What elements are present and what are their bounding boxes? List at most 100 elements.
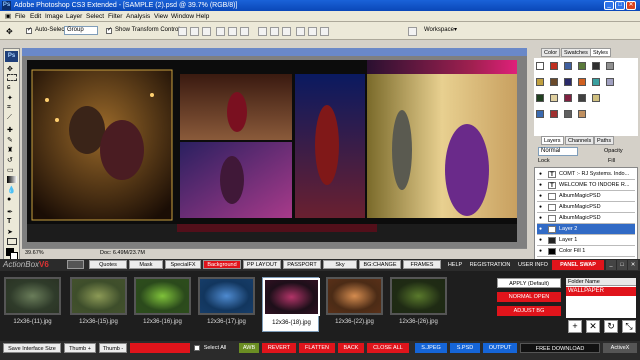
background-thumbnail[interactable]: 12x36-(16).jpg [134,277,191,332]
save-interface-size-button[interactable]: Save Interface Size [3,343,61,353]
clone-stamp-tool-icon[interactable]: ♜ [7,146,17,154]
style-swatch[interactable] [550,78,558,86]
close-all-button[interactable]: CLOSE ALL [367,343,409,353]
menu-item-analysis[interactable]: Analysis [126,12,150,21]
auto-select-dropdown[interactable]: Group [64,26,98,35]
save-jpeg-button[interactable]: S.JPEG [415,343,447,353]
lasso-tool-icon[interactable]: ɕ [7,84,17,91]
close-window-button[interactable]: ✕ [626,1,636,10]
move-tool-icon[interactable]: ✥ [7,65,17,73]
workspace-button[interactable]: Workspace [424,27,454,33]
magic-wand-tool-icon[interactable]: ✦ [7,94,17,102]
folder-list-item[interactable]: WALLPAPER [566,287,636,296]
add-folder-icon[interactable]: + [568,320,582,333]
visibility-eye-icon[interactable]: ● [539,204,545,210]
tab-mask[interactable]: Mask [129,260,163,269]
auto-select-checkbox[interactable] [26,26,32,34]
style-swatch[interactable] [592,94,600,102]
style-swatch[interactable] [564,78,572,86]
layer-row[interactable]: ● AlbumMagicPSD [537,202,635,213]
activex-button[interactable]: ActiveX [603,343,637,353]
layer-row[interactable]: ● T COMT :- RJ Systems. Indo... [537,169,635,180]
tab-sky[interactable]: Sky [323,260,357,269]
tab-quotes[interactable]: Quotes [89,260,127,269]
style-swatch[interactable] [536,78,544,86]
background-thumbnail[interactable]: 12x36-(11).jpg [4,277,61,332]
show-transform-checkbox[interactable] [106,26,112,34]
tab-blank[interactable] [67,260,84,269]
revert-button[interactable]: REVERT [262,343,296,353]
slice-tool-icon[interactable]: ⟋ [7,114,17,121]
tab-paths[interactable]: Paths [594,136,615,145]
distribute-left-icon[interactable] [296,27,305,36]
maximize-panel-button[interactable]: □ [617,260,627,270]
align-left-icon[interactable] [216,27,225,36]
clear-button[interactable] [130,343,190,353]
menu-item-edit[interactable]: Edit [30,12,41,21]
distribute-right-icon[interactable] [320,27,329,36]
layer-row[interactable]: ● AlbumMagicPSD [537,213,635,224]
refresh-icon[interactable]: ↻ [604,320,618,333]
menu-item-select[interactable]: Select [86,12,104,21]
distribute-vcenter-icon[interactable] [270,27,279,36]
collapse-icon[interactable]: ⤡ [622,320,636,333]
style-swatch[interactable] [606,62,614,70]
style-swatch[interactable] [564,62,572,70]
tab-swatches[interactable]: Swatches [561,48,591,57]
background-thumbnail[interactable]: 12x36-(18).jpg [262,277,320,332]
brush-tool-icon[interactable]: ✎ [7,136,17,144]
visibility-eye-icon[interactable]: ● [539,226,545,232]
visibility-eye-icon[interactable]: ● [539,237,545,243]
help-button[interactable]: HELP [446,260,464,270]
style-swatch[interactable] [564,94,572,102]
healing-brush-tool-icon[interactable]: ✚ [7,126,17,134]
style-swatch[interactable] [536,62,544,70]
type-tool-icon[interactable]: T [7,218,17,225]
registration-button[interactable]: REGISTRATION [467,260,513,270]
blend-mode-dropdown[interactable]: Normal [538,147,578,156]
tab-pp-layout[interactable]: PP LAYOUT [243,260,281,269]
crop-tool-icon[interactable]: ⌗ [7,104,17,111]
tab-channels[interactable]: Channels [565,136,595,145]
visibility-eye-icon[interactable]: ● [539,248,545,254]
tab-layers[interactable]: Layers [541,136,564,145]
layer-row-selected[interactable]: ● Layer 2 [537,224,635,235]
marquee-tool-icon[interactable] [7,74,17,81]
style-swatch[interactable] [578,62,586,70]
visibility-eye-icon[interactable]: ● [539,171,545,177]
maximize-button[interactable]: □ [615,1,625,10]
close-panel-button[interactable]: ✕ [628,260,638,270]
menu-item-view[interactable]: View [154,12,168,21]
align-vcenter-icon[interactable] [190,27,199,36]
menu-item-window[interactable]: Window [171,12,194,21]
history-brush-tool-icon[interactable]: ↺ [7,156,17,164]
style-swatch[interactable] [578,94,586,102]
tab-passport[interactable]: PASSPORT [283,260,321,269]
menu-item-image[interactable]: Image [45,12,63,21]
style-swatch[interactable] [536,110,544,118]
tab-frames[interactable]: FRAMES [403,260,441,269]
tab-styles[interactable]: Styles [590,48,611,57]
style-swatch[interactable] [592,78,600,86]
album-canvas[interactable] [27,60,517,242]
thumb-plus-button[interactable]: Thumb + [64,343,96,353]
awb-button[interactable]: AWB [239,343,259,353]
style-swatch[interactable] [592,62,600,70]
remove-folder-icon[interactable]: ✕ [586,320,600,333]
layer-row[interactable]: ● AlbumMagicPSD [537,191,635,202]
align-bottom-icon[interactable] [202,27,211,36]
align-right-icon[interactable] [240,27,249,36]
visibility-eye-icon[interactable]: ● [539,193,545,199]
align-top-icon[interactable] [178,27,187,36]
minimize-panel-button[interactable]: _ [606,260,616,270]
distribute-top-icon[interactable] [258,27,267,36]
background-thumbnail[interactable]: 12x36-(17).jpg [198,277,255,332]
blur-tool-icon[interactable]: 💧 [7,186,17,194]
background-thumbnail[interactable]: 12x36-(26).jpg [390,277,447,332]
style-swatch[interactable] [550,94,558,102]
flatten-button[interactable]: FLATTEN [299,343,335,353]
menu-item-filter[interactable]: Filter [108,12,122,21]
tab-specialfx[interactable]: SpecialFX [165,260,201,269]
tab-background[interactable]: Background [203,260,241,269]
pen-tool-icon[interactable]: ✒ [7,208,17,216]
